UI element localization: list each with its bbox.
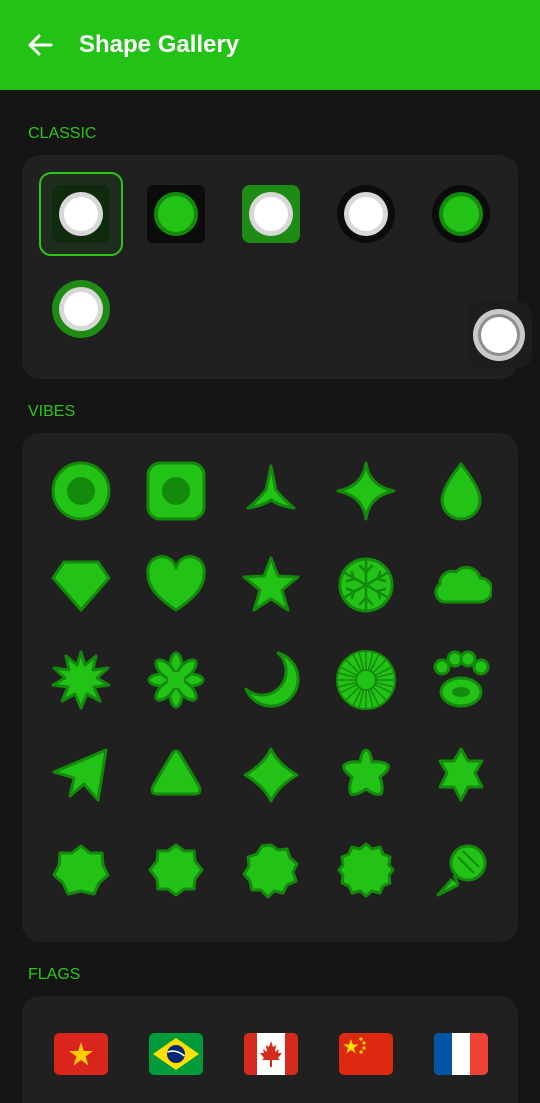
scallop-ten-icon [337, 842, 395, 898]
vibe-clover-four[interactable] [229, 733, 313, 817]
vibe-square-dot[interactable] [134, 449, 218, 533]
classic-square-green-icon [147, 185, 205, 243]
paw-icon [433, 650, 490, 708]
floating-preview-button[interactable] [466, 302, 532, 368]
scallop-seven-icon [52, 844, 110, 896]
vibe-paper-plane[interactable] [39, 733, 123, 817]
scallop-nine-icon [242, 843, 299, 899]
vibes-card [22, 433, 518, 942]
flower-petals-icon [147, 651, 205, 709]
heart-icon [146, 555, 206, 612]
vietnam-flag-icon [54, 1033, 108, 1075]
vibe-star[interactable] [229, 543, 313, 627]
square-dot-icon [146, 461, 206, 521]
vibe-droplet[interactable] [419, 449, 503, 533]
vibe-diamond[interactable] [39, 543, 123, 627]
flag-canada-option[interactable] [229, 1012, 313, 1096]
classic-circle-green-option[interactable] [419, 172, 503, 256]
brazil-flag-icon [149, 1033, 203, 1075]
page-title: Shape Gallery [79, 31, 240, 58]
vibe-scallop-seven[interactable] [39, 828, 123, 912]
flag-china-option[interactable] [324, 1012, 408, 1096]
vibe-ice-cream-cone[interactable] [419, 828, 503, 912]
classic-card [22, 155, 518, 379]
classic-rounded-green-option[interactable] [229, 172, 313, 256]
vibe-crescent-moon[interactable] [229, 638, 313, 722]
flag-vietnam-option[interactable] [39, 1012, 123, 1096]
china-flag-icon [339, 1033, 393, 1075]
star-icon [242, 556, 300, 612]
france-flag-icon [434, 1033, 488, 1075]
app-bar: Shape Gallery [0, 0, 540, 90]
four-point-star-icon [336, 461, 396, 521]
vibe-scallop-eight[interactable] [134, 828, 218, 912]
vibe-flower-petals[interactable] [134, 638, 218, 722]
rounded-star-five-icon [342, 748, 390, 796]
vibe-scallop-ten[interactable] [324, 828, 408, 912]
classic-square-green-option[interactable] [134, 172, 218, 256]
vibe-scallop-nine[interactable] [229, 828, 313, 912]
classic-circle-outline-option[interactable] [324, 172, 408, 256]
droplet-icon [440, 462, 482, 521]
section-label-vibes: VIBES [28, 403, 76, 420]
flags-card [22, 996, 518, 1103]
rounded-triangle-icon [150, 749, 202, 796]
vibe-heart[interactable] [134, 543, 218, 627]
sun-ray-icon [336, 650, 396, 710]
vibe-rounded-star-five[interactable] [324, 733, 408, 817]
canada-flag-icon [244, 1033, 298, 1075]
rounded-star-six-icon [438, 747, 484, 802]
vibe-sun-ray[interactable] [324, 638, 408, 722]
tri-arrow-icon [246, 464, 296, 510]
preview-circle-icon [473, 309, 525, 361]
classic-circle-outline-icon [337, 185, 395, 243]
vibe-cloud[interactable] [419, 543, 503, 627]
vibe-tri-arrow[interactable] [229, 449, 313, 533]
snowflake-icon [338, 557, 394, 613]
scallop-eight-icon [148, 843, 204, 897]
flag-brazil-option[interactable] [134, 1012, 218, 1096]
clover-four-icon [243, 747, 299, 803]
classic-circle-green-icon [432, 185, 490, 243]
vibe-paw[interactable] [419, 638, 503, 722]
vibe-snowflake[interactable] [324, 543, 408, 627]
vibe-rounded-triangle[interactable] [134, 733, 218, 817]
paper-plane-icon [52, 748, 108, 802]
vibe-circle-dot[interactable] [39, 449, 123, 533]
flag-france-option[interactable] [419, 1012, 503, 1096]
vibe-four-point-star[interactable] [324, 449, 408, 533]
burst-leaf-icon [51, 650, 111, 710]
section-label-classic: CLASSIC [28, 125, 97, 142]
cloud-icon [434, 565, 492, 604]
classic-rounded-green-icon [242, 185, 300, 243]
classic-circle-ring-option[interactable] [39, 267, 123, 351]
circle-dot-icon [51, 461, 111, 521]
vibe-burst-leaf[interactable] [39, 638, 123, 722]
classic-square-outline-icon [52, 185, 110, 243]
classic-square-outline-option[interactable] [39, 172, 123, 256]
section-label-flags: FLAGS [28, 966, 81, 983]
vibe-rounded-star-six[interactable] [419, 733, 503, 817]
crescent-moon-icon [244, 651, 300, 708]
classic-circle-ring-icon [52, 280, 110, 338]
back-arrow-icon[interactable] [24, 28, 56, 62]
ice-cream-cone-icon [436, 844, 487, 897]
diamond-icon [51, 560, 111, 612]
